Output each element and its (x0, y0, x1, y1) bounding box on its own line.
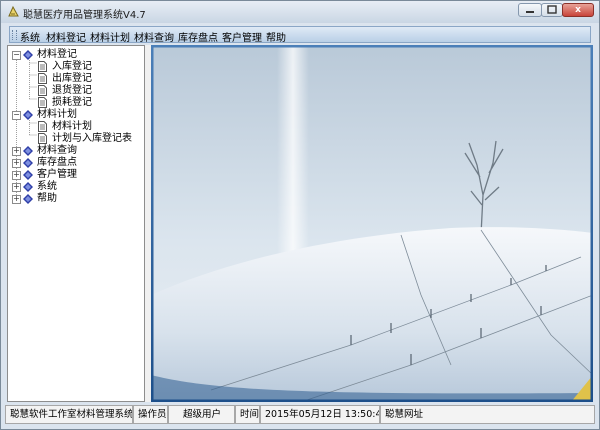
maximize-button[interactable] (541, 3, 563, 17)
status-operator-value: 超级用户 (168, 405, 235, 424)
book-icon (23, 158, 33, 168)
minimize-icon (526, 11, 534, 13)
content-area: − 材料登记 入库登记 出库登记 退货登记 损耗登记 − 材料计划 材料计划 计… (7, 45, 593, 402)
tree-label: 出库登记 (52, 73, 92, 84)
tree-label: 材料计划 (37, 109, 77, 120)
tree-label: 入库登记 (52, 61, 92, 72)
status-operator-label: 操作员 (133, 405, 168, 424)
book-icon (23, 50, 33, 60)
minimize-button[interactable] (518, 3, 542, 17)
tree-label: 损耗登记 (52, 97, 92, 108)
tree-label: 退货登记 (52, 85, 92, 96)
status-website[interactable]: 聪慧网址 (380, 405, 595, 424)
document-icon (38, 85, 47, 96)
tree-label: 客户管理 (37, 169, 77, 180)
menu-material-reg[interactable]: 材料登记 (46, 29, 86, 44)
collapse-icon[interactable]: − (12, 111, 21, 120)
tree-label: 材料查询 (37, 145, 77, 156)
document-icon (38, 61, 47, 72)
window-title: 聪慧医疗用品管理系统V4.7 (23, 10, 146, 21)
expand-icon[interactable]: + (12, 147, 21, 156)
book-icon (23, 146, 33, 156)
menu-system[interactable]: 系统 (20, 29, 40, 44)
nav-tree[interactable]: − 材料登记 入库登记 出库登记 退货登记 损耗登记 − 材料计划 材料计划 计… (7, 45, 145, 402)
document-icon (38, 97, 47, 108)
expand-icon[interactable]: + (12, 159, 21, 168)
tree-label: 计划与入库登记表 (52, 133, 132, 144)
menu-bar: 系统 材料登记 材料计划 材料查询 库存盘点 客户管理 帮助 (9, 26, 591, 44)
close-button[interactable]: x (562, 3, 594, 17)
document-icon (38, 133, 47, 144)
book-icon (23, 182, 33, 192)
title-bar[interactable]: 聪慧医疗用品管理系统V4.7 x (1, 1, 599, 23)
status-time-label: 时间 (235, 405, 260, 424)
expand-icon[interactable]: + (12, 183, 21, 192)
tree-label: 帮助 (37, 193, 57, 204)
background-image (151, 45, 593, 402)
book-icon (23, 170, 33, 180)
menu-help[interactable]: 帮助 (266, 29, 286, 44)
collapse-icon[interactable]: − (12, 51, 21, 60)
status-company: 聪慧软件工作室材料管理系统 (5, 405, 133, 424)
close-icon: x (575, 5, 581, 15)
book-icon (23, 194, 33, 204)
menu-material-query[interactable]: 材料查询 (134, 29, 174, 44)
snow-landscape-image (151, 45, 593, 402)
menu-customer[interactable]: 客户管理 (222, 29, 262, 44)
toolbar-grip-icon (12, 30, 17, 40)
tree-label: 材料登记 (37, 49, 77, 60)
menu-material-plan[interactable]: 材料计划 (90, 29, 130, 44)
expand-icon[interactable]: + (12, 171, 21, 180)
document-icon (38, 73, 47, 84)
status-time-value: 2015年05月12日 13:50:41 (260, 405, 380, 424)
main-window: 聪慧医疗用品管理系统V4.7 x 系统 材料登记 材料计划 材料查询 库存盘点 … (0, 0, 600, 430)
tree-label: 材料计划 (52, 121, 92, 132)
document-icon (38, 121, 47, 132)
app-icon (8, 5, 19, 17)
tree-label: 库存盘点 (37, 157, 77, 168)
expand-icon[interactable]: + (12, 195, 21, 204)
tree-label: 系统 (37, 181, 57, 192)
maximize-icon (547, 5, 557, 14)
status-bar: 聪慧软件工作室材料管理系统 操作员 超级用户 时间 2015年05月12日 13… (5, 405, 595, 424)
book-icon (23, 110, 33, 120)
menu-inventory[interactable]: 库存盘点 (178, 29, 218, 44)
